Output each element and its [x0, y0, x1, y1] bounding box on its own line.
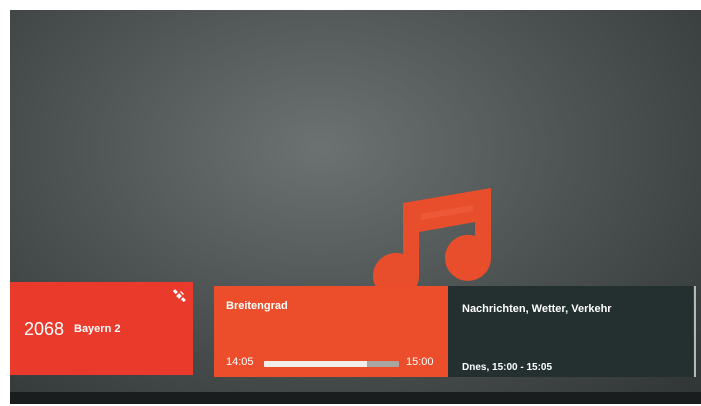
tv-screen: 2068 Bayern 2 Breitengrad 14:05 15:00 Na…	[10, 10, 701, 404]
current-program-panel: Breitengrad 14:05 15:00	[214, 286, 448, 377]
program-progress-bar	[264, 361, 399, 367]
current-program-title: Breitengrad	[226, 300, 288, 312]
next-program-title: Nachrichten, Wetter, Verkehr	[462, 303, 612, 315]
satellite-icon	[172, 289, 186, 303]
panel-divider	[694, 286, 696, 377]
program-progress-fill	[264, 361, 367, 367]
program-start-time: 14:05	[226, 356, 254, 368]
channel-name: Bayern 2	[74, 323, 121, 335]
channel-panel: 2068 Bayern 2	[10, 282, 193, 375]
next-program-panel: Nachrichten, Wetter, Verkehr Dnes, 15:00…	[448, 286, 693, 377]
screen-bottom-edge	[10, 392, 701, 404]
channel-number: 2068	[24, 319, 65, 339]
next-program-time: Dnes, 15:00 - 15:05	[462, 362, 553, 373]
program-end-time: 15:00	[406, 356, 434, 368]
